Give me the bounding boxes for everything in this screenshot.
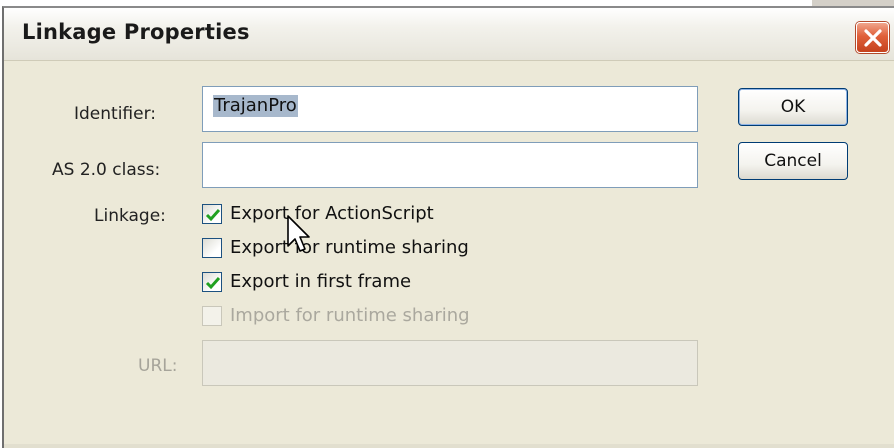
dialog-bottom-edge [4,444,894,448]
url-label: URL: [138,356,178,376]
import-runtime-sharing-label: Import for runtime sharing [230,305,470,326]
import-runtime-sharing-option: Import for runtime sharing [202,304,522,328]
import-runtime-sharing-checkbox [202,306,222,326]
export-first-frame-option[interactable]: Export in first frame [202,270,502,294]
identifier-input[interactable]: TrajanPro [202,86,698,132]
export-actionscript-checkbox[interactable] [202,204,222,224]
close-x-icon [864,29,882,47]
as-class-input[interactable] [202,142,698,188]
export-runtime-sharing-option[interactable]: Export for runtime sharing [202,236,522,260]
url-input [202,340,698,386]
export-first-frame-checkbox[interactable] [202,272,222,292]
export-first-frame-label: Export in first frame [230,271,412,292]
checkmark-icon [205,277,221,290]
identifier-value: TrajanPro [213,95,298,117]
checkmark-icon [205,209,221,222]
title-bar[interactable]: Linkage Properties [4,8,894,61]
export-actionscript-option[interactable]: Export for ActionScript [202,202,502,226]
dialog-title: Linkage Properties [22,20,250,44]
export-actionscript-label: Export for ActionScript [230,203,434,224]
linkage-properties-dialog: Linkage Properties Identifier: TrajanPro… [2,6,894,448]
cancel-button[interactable]: Cancel [738,142,848,180]
identifier-label: Identifier: [74,104,157,124]
screenshot-stage: Linkage Properties Identifier: TrajanPro… [0,0,894,448]
export-runtime-sharing-label: Export for runtime sharing [230,237,469,258]
export-runtime-sharing-checkbox[interactable] [202,238,222,258]
linkage-label: Linkage: [94,206,166,226]
mouse-pointer-icon [287,215,310,252]
ok-button[interactable]: OK [738,88,848,126]
close-button[interactable] [856,22,889,53]
as-class-label: AS 2.0 class: [52,160,161,180]
